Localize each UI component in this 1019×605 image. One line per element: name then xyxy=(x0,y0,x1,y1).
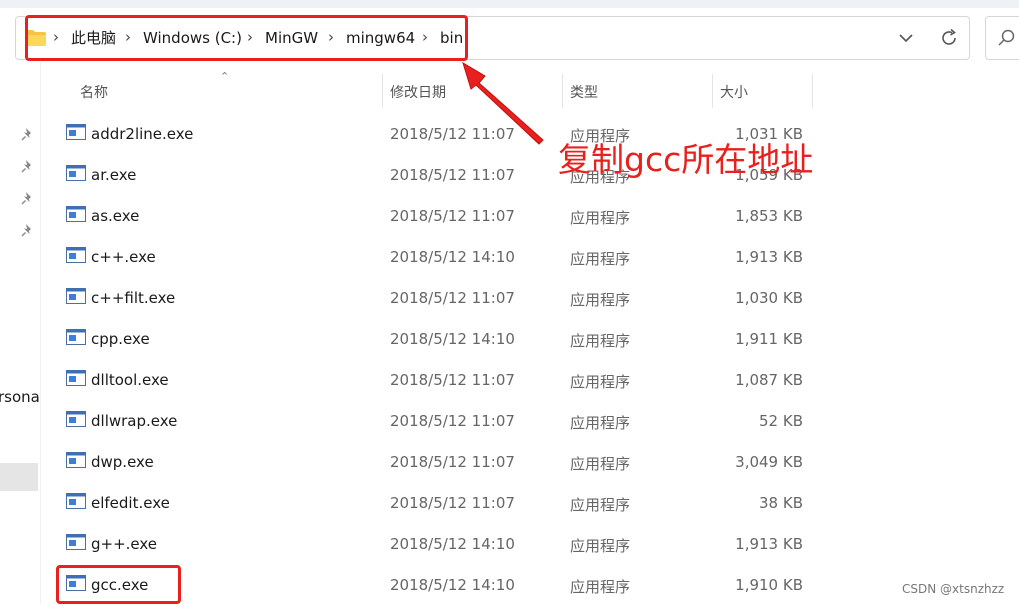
file-name[interactable]: as.exe xyxy=(91,207,139,225)
file-modified-date: 2018/5/12 11:07 xyxy=(390,166,515,184)
file-size: 1,910 KB xyxy=(735,576,803,594)
exe-file-icon xyxy=(66,329,86,345)
exe-file-icon xyxy=(66,493,86,509)
file-modified-date: 2018/5/12 11:07 xyxy=(390,207,515,225)
file-name[interactable]: dllwrap.exe xyxy=(91,412,177,430)
file-modified-date: 2018/5/12 11:07 xyxy=(390,371,515,389)
annotation-text: 复制gcc所在地址 xyxy=(558,140,814,179)
window-top-strip xyxy=(0,0,1019,8)
file-modified-date: 2018/5/12 11:07 xyxy=(390,494,515,512)
chevron-down-icon[interactable] xyxy=(895,28,917,48)
address-highlight-box xyxy=(25,15,468,61)
nav-item-label[interactable]: rsona xyxy=(0,388,40,406)
file-modified-date: 2018/5/12 14:10 xyxy=(390,535,515,553)
file-type: 应用程序 xyxy=(570,250,631,268)
file-name[interactable]: g++.exe xyxy=(91,535,157,553)
file-name[interactable]: dlltool.exe xyxy=(91,371,169,389)
search-icon[interactable] xyxy=(997,28,1017,48)
file-size: 1,913 KB xyxy=(735,248,803,266)
column-divider[interactable] xyxy=(382,74,383,108)
pin-icon[interactable] xyxy=(20,222,36,238)
file-name[interactable]: dwp.exe xyxy=(91,453,154,471)
exe-file-icon xyxy=(66,247,86,263)
file-modified-date: 2018/5/12 11:07 xyxy=(390,453,515,471)
file-modified-date: 2018/5/12 14:10 xyxy=(390,248,515,266)
column-header-name[interactable]: 名称 xyxy=(80,82,108,102)
pin-icon[interactable] xyxy=(20,158,36,174)
file-size: 3,049 KB xyxy=(735,453,803,471)
file-size: 1,087 KB xyxy=(735,371,803,389)
watermark: CSDN @xtsnzhzz xyxy=(902,582,1005,596)
file-type: 应用程序 xyxy=(570,537,631,555)
file-name[interactable]: elfedit.exe xyxy=(91,494,170,512)
file-name[interactable]: cpp.exe xyxy=(91,330,150,348)
column-header-modified[interactable]: 修改日期 xyxy=(390,82,446,102)
file-size: 1,030 KB xyxy=(735,289,803,307)
file-name[interactable]: c++filt.exe xyxy=(91,289,175,307)
annotation-arrow-icon xyxy=(462,61,544,145)
file-type: 应用程序 xyxy=(570,291,631,309)
exe-file-icon xyxy=(66,124,86,140)
file-size: 1,853 KB xyxy=(735,207,803,225)
file-size: 1,911 KB xyxy=(735,330,803,348)
file-modified-date: 2018/5/12 11:07 xyxy=(390,289,515,307)
exe-file-icon xyxy=(66,288,86,304)
exe-file-icon xyxy=(66,165,86,181)
exe-file-icon xyxy=(66,411,86,427)
sort-ascending-icon: ⌃ xyxy=(220,70,230,83)
file-type: 应用程序 xyxy=(570,373,631,391)
file-type: 应用程序 xyxy=(570,578,631,596)
column-divider[interactable] xyxy=(812,74,813,108)
file-name[interactable]: ar.exe xyxy=(91,166,136,184)
file-type: 应用程序 xyxy=(570,414,631,432)
file-modified-date: 2018/5/12 14:10 xyxy=(390,576,515,594)
pin-icon[interactable] xyxy=(20,126,36,142)
file-size: 38 KB xyxy=(759,494,803,512)
exe-file-icon xyxy=(66,452,86,468)
nav-item-selected[interactable] xyxy=(0,463,38,491)
file-name[interactable]: addr2line.exe xyxy=(91,125,193,143)
exe-file-icon xyxy=(66,206,86,222)
refresh-icon[interactable] xyxy=(938,27,960,49)
file-size: 52 KB xyxy=(759,412,803,430)
column-divider[interactable] xyxy=(562,74,563,108)
file-type: 应用程序 xyxy=(570,209,631,227)
exe-file-icon xyxy=(66,534,86,550)
file-modified-date: 2018/5/12 11:07 xyxy=(390,412,515,430)
file-size: 1,913 KB xyxy=(735,535,803,553)
pin-icon[interactable] xyxy=(20,190,36,206)
navigation-pane xyxy=(0,62,40,604)
file-type: 应用程序 xyxy=(570,332,631,350)
column-header-size[interactable]: 大小 xyxy=(720,82,748,102)
column-divider[interactable] xyxy=(712,74,713,108)
file-type: 应用程序 xyxy=(570,455,631,473)
file-type: 应用程序 xyxy=(570,496,631,514)
exe-file-icon xyxy=(66,370,86,386)
column-header-type[interactable]: 类型 xyxy=(570,82,598,102)
file-name[interactable]: c++.exe xyxy=(91,248,156,266)
file-modified-date: 2018/5/12 14:10 xyxy=(390,330,515,348)
gcc-highlight-box xyxy=(56,565,181,604)
